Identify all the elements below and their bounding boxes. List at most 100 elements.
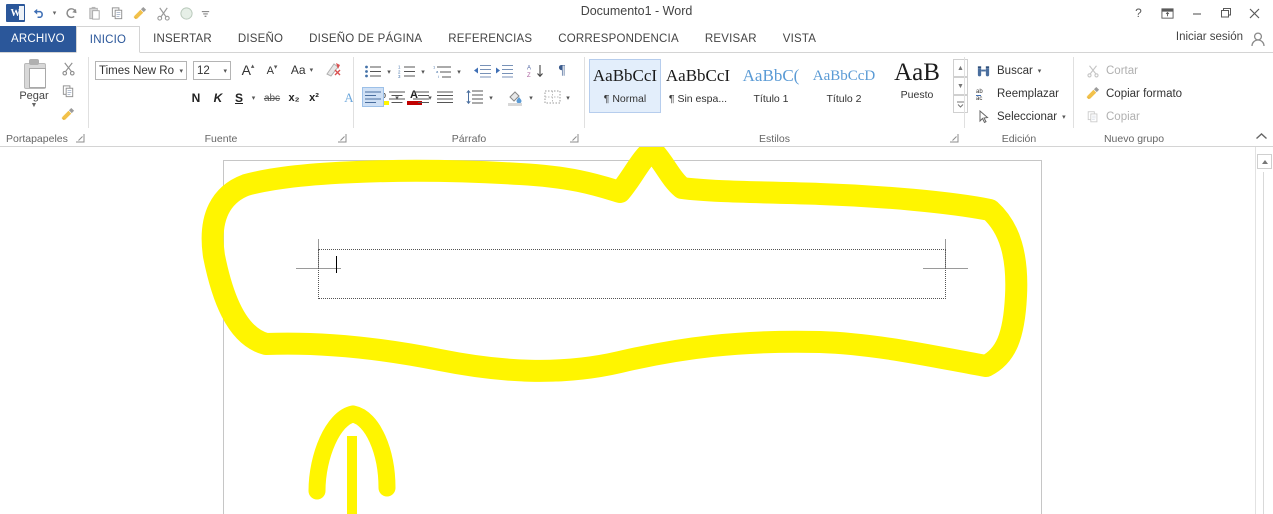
- show-formatting-marks-icon[interactable]: ¶: [551, 61, 573, 81]
- tab-referencias[interactable]: REFERENCIAS: [435, 26, 545, 52]
- buscar-button[interactable]: Buscar ▾: [973, 59, 1041, 82]
- account-icon[interactable]: [1249, 30, 1267, 48]
- shading-icon[interactable]: [504, 86, 526, 108]
- copiar-button[interactable]: Copiar: [1082, 105, 1140, 128]
- scroll-up-button[interactable]: [1257, 154, 1272, 169]
- group-label-parrafo: Párrafo: [451, 133, 487, 145]
- ribbon-display-options-icon[interactable]: [1153, 1, 1182, 25]
- tab-inicio[interactable]: INICIO: [75, 26, 141, 53]
- grow-font-button[interactable]: A ▴: [237, 59, 259, 81]
- tab-diseno[interactable]: DISEÑO: [225, 26, 296, 52]
- group-portapapeles: Pegar ▼ Portapapeles: [0, 53, 88, 146]
- bold-label: N: [191, 91, 201, 105]
- decrease-indent-icon[interactable]: [471, 61, 493, 81]
- restore-button[interactable]: [1211, 1, 1240, 25]
- style-titulo-1[interactable]: AaBbC( Título 1: [735, 59, 807, 113]
- style-sin-espaciado[interactable]: AaBbCcI ¶ Sin espa...: [662, 59, 734, 113]
- tab-diseno-de-pagina[interactable]: DISEÑO DE PÁGINA: [296, 26, 435, 52]
- vertical-scrollbar[interactable]: [1255, 146, 1273, 514]
- bullets-dropdown-icon[interactable]: ▾: [384, 63, 394, 81]
- numbering-icon[interactable]: 123: [396, 61, 418, 81]
- font-dialog-launcher[interactable]: [338, 134, 347, 143]
- numbering-dropdown-icon[interactable]: ▾: [418, 63, 428, 81]
- strikethrough-button[interactable]: abc: [260, 87, 284, 109]
- buscar-label: Buscar: [997, 64, 1033, 77]
- bold-button[interactable]: N: [185, 87, 207, 109]
- minimize-button[interactable]: [1182, 1, 1211, 25]
- cut-icon[interactable]: [56, 57, 80, 80]
- change-case-label: Aa: [290, 63, 306, 77]
- grow-font-label: A: [241, 62, 251, 78]
- change-case-button[interactable]: Aa ▾: [287, 60, 317, 80]
- underline-button[interactable]: S: [229, 87, 249, 109]
- sign-in-link[interactable]: Iniciar sesión: [1176, 31, 1243, 43]
- group-label-edicion: Edición: [1001, 133, 1037, 145]
- shading-dropdown-icon[interactable]: ▾: [526, 89, 536, 107]
- tab-correspondencia[interactable]: CORRESPONDENCIA: [545, 26, 692, 52]
- borders-icon[interactable]: [541, 87, 563, 107]
- buscar-dropdown-icon[interactable]: ▾: [1038, 67, 1042, 75]
- document-page[interactable]: [223, 160, 1042, 514]
- italic-label: K: [213, 91, 223, 105]
- style-sample: AaB: [894, 62, 940, 84]
- clear-formatting-icon[interactable]: [322, 59, 344, 81]
- tab-insertar[interactable]: INSERTAR: [140, 26, 225, 52]
- copy-icon[interactable]: [56, 80, 80, 103]
- copiar-label: Copiar: [1106, 110, 1140, 123]
- align-left-icon[interactable]: [362, 87, 384, 107]
- svg-text:ab: ab: [976, 89, 983, 95]
- style-sample: AaBbCcI: [665, 66, 731, 85]
- shrink-font-button[interactable]: A ▾: [261, 60, 283, 82]
- tab-archivo[interactable]: ARCHIVO: [0, 26, 76, 52]
- help-icon[interactable]: ?: [1124, 1, 1153, 25]
- font-name-combo[interactable]: Times New Ro ▾: [95, 61, 187, 80]
- align-right-icon[interactable]: [410, 87, 432, 107]
- multilevel-dropdown-icon[interactable]: ▾: [454, 63, 464, 81]
- document-canvas[interactable]: [0, 146, 1273, 514]
- style-name: ¶ Normal: [603, 93, 647, 105]
- tab-vista[interactable]: VISTA: [770, 26, 829, 52]
- seleccionar-dropdown-icon[interactable]: ▾: [1062, 113, 1066, 121]
- justify-icon[interactable]: [434, 87, 456, 107]
- style-normal[interactable]: AaBbCcI ¶ Normal: [589, 59, 661, 113]
- clipboard-dialog-launcher[interactable]: [76, 134, 85, 143]
- borders-dropdown-icon[interactable]: ▾: [563, 89, 573, 107]
- svg-text:Z: Z: [527, 73, 531, 79]
- close-button[interactable]: [1240, 1, 1269, 25]
- line-spacing-dropdown-icon[interactable]: ▾: [486, 89, 496, 107]
- superscript-label: x²: [309, 92, 319, 104]
- format-painter-icon[interactable]: [56, 103, 80, 126]
- cortar-button[interactable]: Cortar: [1082, 59, 1138, 82]
- italic-button[interactable]: K: [207, 87, 229, 109]
- collapse-ribbon-button[interactable]: [1255, 132, 1268, 144]
- paragraph-dialog-launcher[interactable]: [570, 134, 579, 143]
- style-sample: AaBbC(: [742, 66, 800, 85]
- reemplazar-button[interactable]: ab ac Reemplazar: [973, 82, 1059, 105]
- align-center-icon[interactable]: [386, 87, 408, 107]
- reemplazar-label: Reemplazar: [997, 87, 1059, 100]
- multilevel-list-icon[interactable]: 1ai: [430, 61, 454, 81]
- style-puesto[interactable]: AaB Puesto: [881, 59, 953, 113]
- paste-dropdown-icon[interactable]: ▼: [12, 102, 56, 110]
- copiar-formato-button[interactable]: Copiar formato: [1082, 82, 1182, 105]
- sort-icon[interactable]: AZ: [523, 61, 547, 81]
- superscript-button[interactable]: x²: [304, 87, 324, 109]
- paste-button[interactable]: Pegar ▼: [12, 57, 56, 110]
- font-size-value: 12: [197, 64, 210, 77]
- style-titulo-2[interactable]: AaBbCcD Título 2: [808, 59, 880, 113]
- bullets-icon[interactable]: [362, 61, 384, 81]
- group-edicion: Buscar ▾ ab ac Reemplazar Seleccionar ▾ E…: [965, 53, 1073, 146]
- clipboard-small-commands: [56, 57, 80, 126]
- underline-dropdown-icon[interactable]: ▾: [248, 89, 259, 107]
- tab-revisar[interactable]: REVISAR: [692, 26, 770, 52]
- seleccionar-button[interactable]: Seleccionar ▾: [973, 105, 1066, 128]
- styles-dialog-launcher[interactable]: [950, 134, 959, 143]
- header-boundary-box[interactable]: [318, 249, 946, 299]
- font-size-combo[interactable]: 12 ▾: [193, 61, 231, 80]
- svg-text:A: A: [527, 66, 531, 72]
- subscript-button[interactable]: x₂: [284, 87, 304, 109]
- title-bar: W ▾ Documento1 - Word ?: [0, 0, 1273, 26]
- increase-indent-icon[interactable]: [493, 61, 515, 81]
- line-spacing-icon[interactable]: [464, 87, 486, 107]
- copy-icon: [1084, 108, 1101, 125]
